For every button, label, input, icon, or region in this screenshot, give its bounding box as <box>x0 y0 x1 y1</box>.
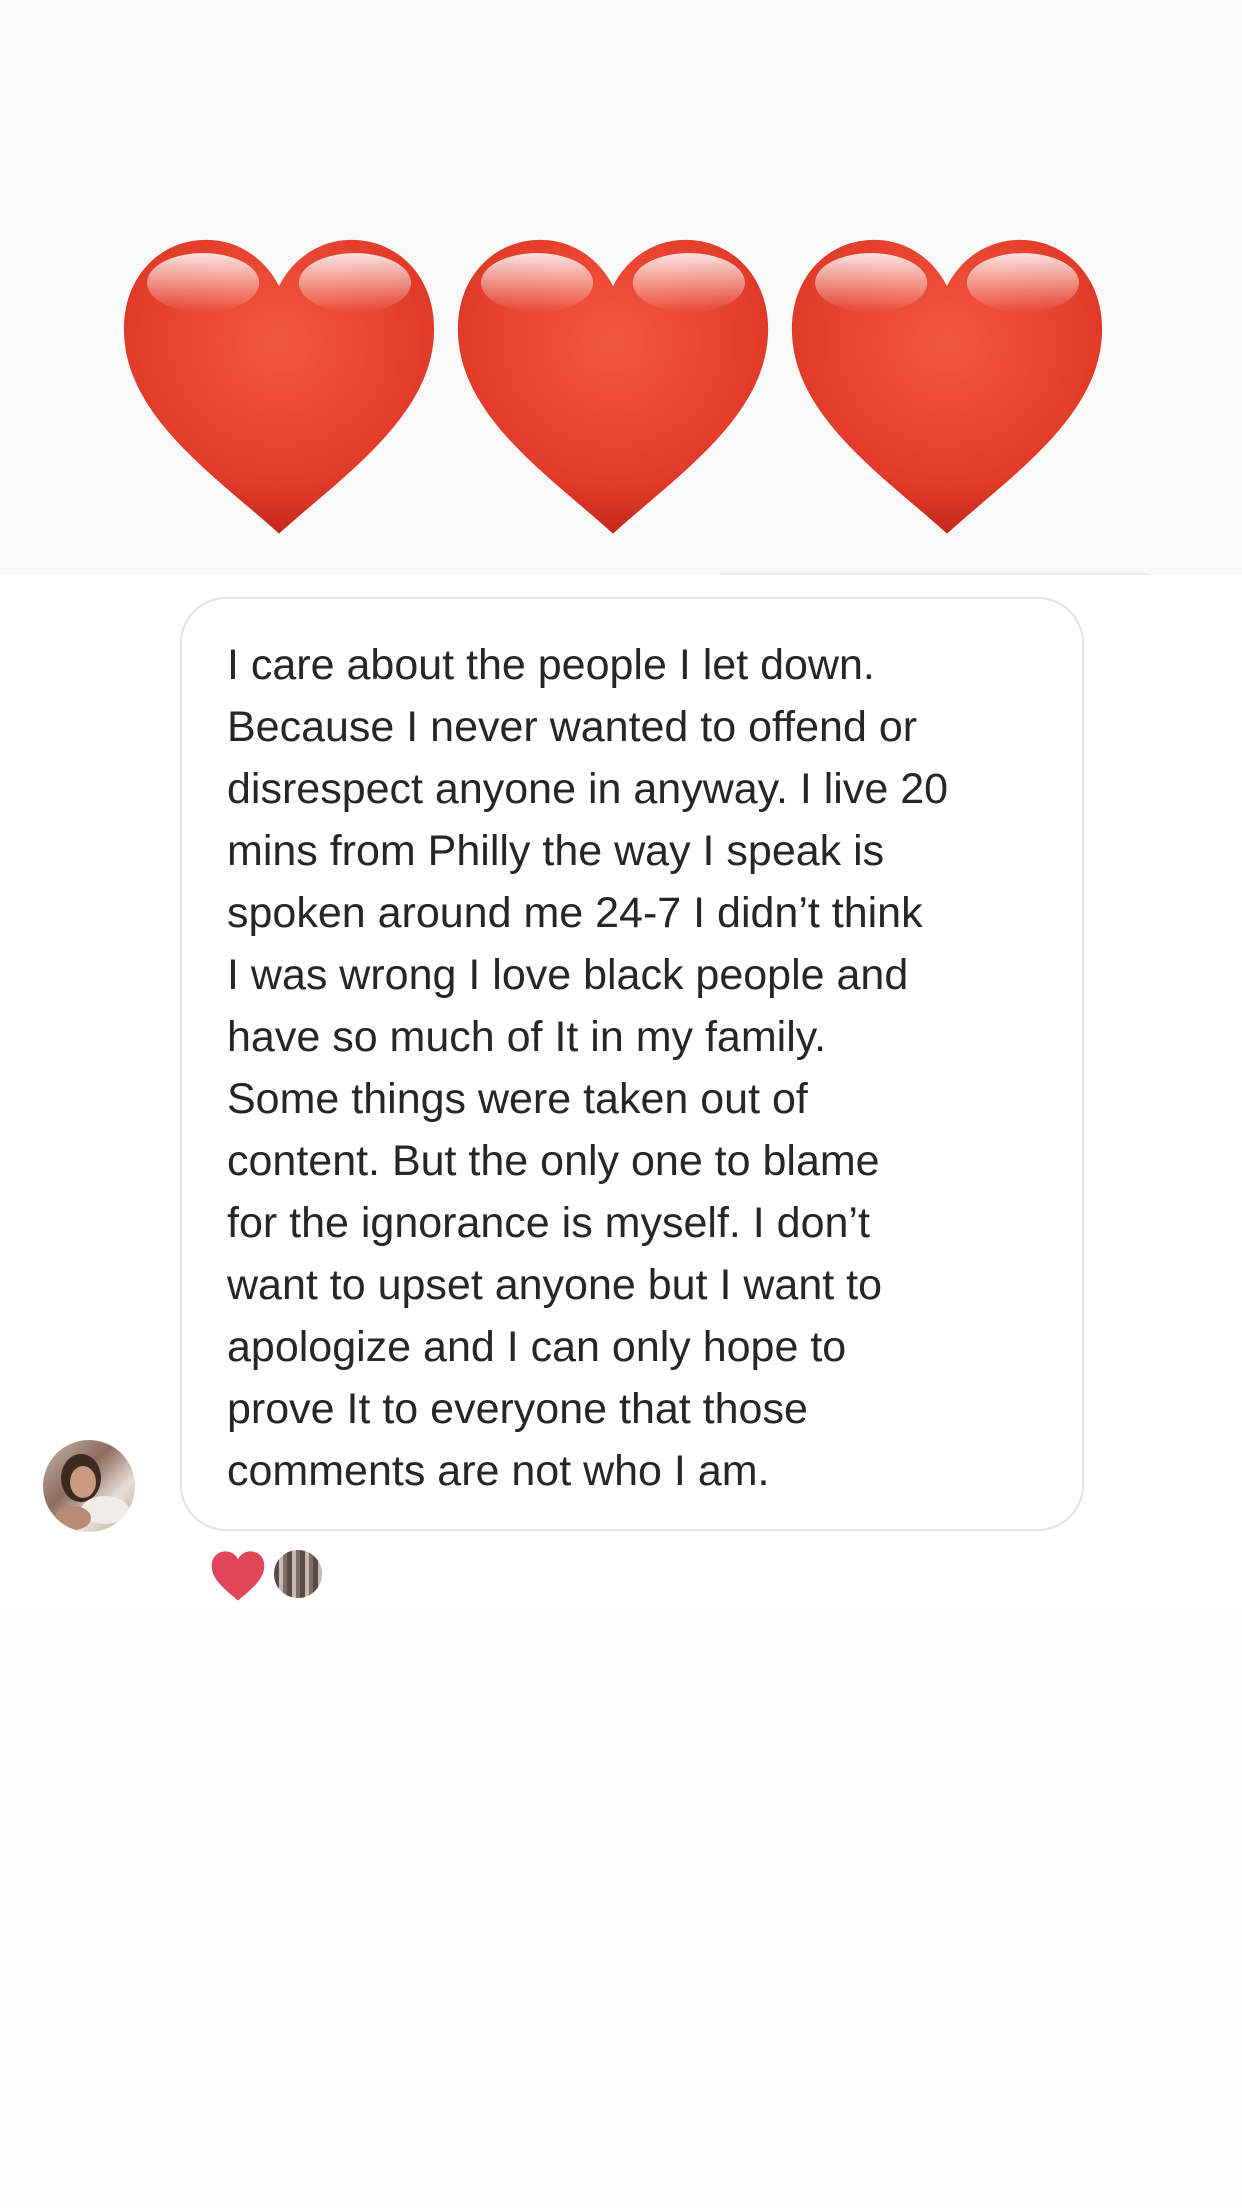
hearts-sticker-row <box>0 230 1242 560</box>
message-bubble[interactable]: I care about the people I let down. Beca… <box>180 597 1084 1531</box>
sticker-area <box>0 0 1242 575</box>
message-text: I care about the people I let down. Beca… <box>227 641 949 1495</box>
heart-emoji-icon <box>123 239 435 534</box>
heart-emoji-icon <box>791 239 1103 534</box>
heart-emoji-icon <box>457 239 769 534</box>
reactions-row[interactable] <box>210 1548 330 1604</box>
sender-avatar[interactable] <box>43 1440 135 1532</box>
heart-reaction-icon <box>211 1551 265 1601</box>
story-screen: I care about the people I let down. Beca… <box>0 0 1242 2208</box>
user-avatar-icon <box>55 1454 129 1530</box>
divider <box>720 573 1150 575</box>
reactor-avatar[interactable] <box>272 1548 324 1600</box>
